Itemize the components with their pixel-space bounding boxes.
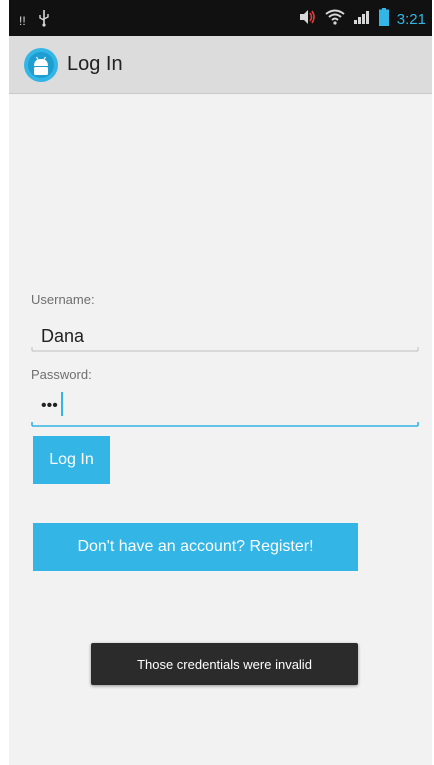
wifi-icon xyxy=(325,9,345,30)
password-field[interactable]: ••• xyxy=(31,388,419,424)
toast-message: Those credentials were invalid xyxy=(91,643,358,685)
signal-icon xyxy=(353,9,371,30)
toast-text: Those credentials were invalid xyxy=(137,656,312,672)
password-label: Password: xyxy=(31,367,92,382)
usb-icon xyxy=(38,9,50,32)
username-underline xyxy=(31,347,419,352)
phone-screen: !! 3:21 Log In Username: Dana Password: … xyxy=(9,0,432,765)
page-title: Log In xyxy=(67,53,123,75)
notification-text: !! xyxy=(19,13,26,28)
password-underline xyxy=(31,422,419,427)
android-app-icon[interactable] xyxy=(23,47,59,83)
status-bar: !! 3:21 xyxy=(9,0,432,36)
login-button[interactable]: Log In xyxy=(33,436,110,484)
volume-icon xyxy=(299,9,317,30)
battery-icon xyxy=(378,8,389,31)
action-bar: Log In xyxy=(9,36,432,94)
register-button[interactable]: Don't have an account? Register! xyxy=(33,523,358,571)
status-bar-left: !! xyxy=(19,9,50,32)
username-label: Username: xyxy=(31,292,95,307)
text-cursor xyxy=(61,392,63,416)
clock: 3:21 xyxy=(396,11,426,28)
status-bar-right: 3:21 xyxy=(299,8,426,31)
